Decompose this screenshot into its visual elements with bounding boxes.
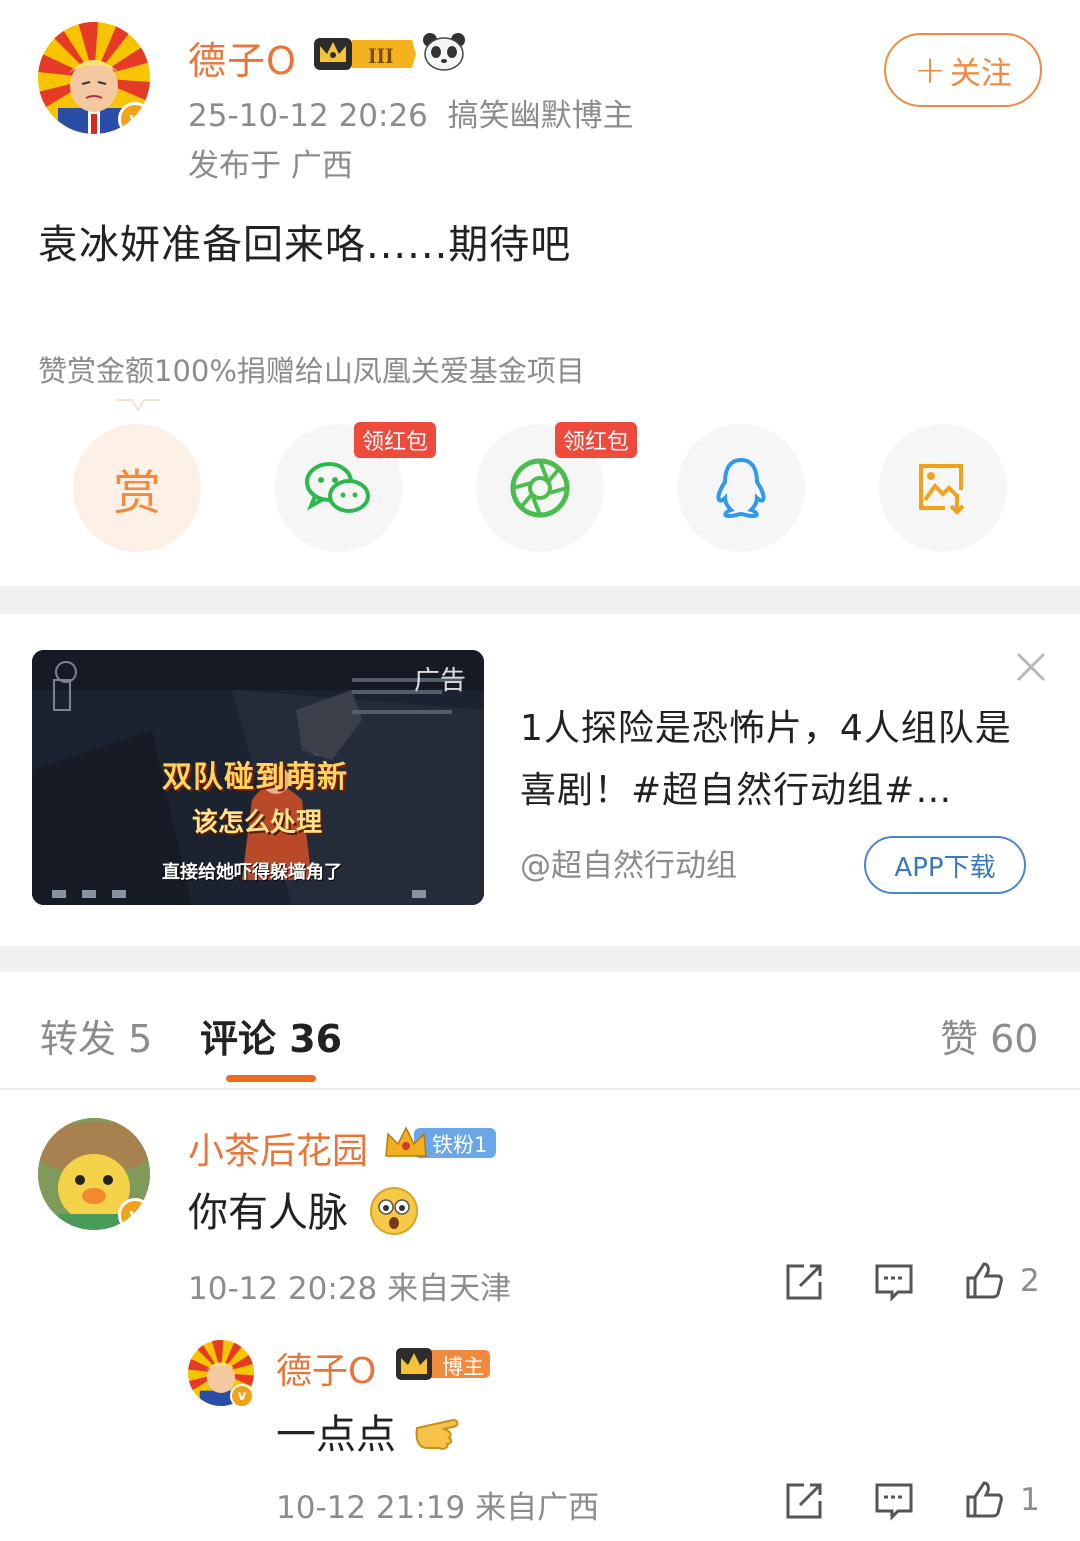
- share-reply-icon[interactable]: [784, 1481, 824, 1521]
- commenter-name[interactable]: 小茶后花园: [188, 1122, 368, 1174]
- verified-v-icon: v: [118, 1198, 150, 1230]
- comment-like-count: 2: [1020, 1263, 1040, 1299]
- ad-label: 广告: [413, 666, 466, 696]
- active-tab-indicator: [226, 1075, 316, 1082]
- reply-to-reply-icon[interactable]: [874, 1481, 914, 1521]
- close-icon[interactable]: [1012, 648, 1050, 686]
- author-avatar[interactable]: v: [38, 22, 150, 134]
- save-image-button[interactable]: [879, 424, 1007, 552]
- qq-icon: [716, 457, 766, 519]
- red-packet-tag: 领红包: [354, 422, 437, 458]
- ad-caption-1: 双队碰到萌新: [162, 760, 348, 795]
- fan-badge: 铁粉1: [384, 1122, 498, 1162]
- reply-like-icon[interactable]: [964, 1479, 1004, 1519]
- tabs-divider: [0, 1088, 1080, 1090]
- commenter-avatar[interactable]: v: [38, 1118, 150, 1230]
- author-name[interactable]: 德子O: [188, 30, 297, 85]
- donation-note: 赞赏金额100%捐赠给山凤凰关爱基金项目: [38, 354, 585, 388]
- svg-text:III: III: [368, 43, 394, 68]
- tab-repost[interactable]: 转发 5: [40, 1008, 152, 1063]
- ad-thumbnail[interactable]: 广告 双队碰到萌新 该怎么处理 直接给她吓得躲墙角了: [32, 650, 484, 905]
- ad-caption-2: 该怎么处理: [192, 808, 323, 838]
- share-qq-button[interactable]: [677, 424, 805, 552]
- reward-icon: 赏: [112, 465, 161, 521]
- save-image-icon: [919, 464, 965, 515]
- like-icon[interactable]: [964, 1260, 1004, 1300]
- comment-text: 你有人脉: [188, 1180, 419, 1238]
- follow-label: 关注: [949, 55, 1012, 92]
- post-timestamp: 25-10-12 20:26: [188, 98, 428, 134]
- reply-icon[interactable]: [874, 1262, 914, 1302]
- tab-likes[interactable]: 赞 60: [940, 1008, 1038, 1063]
- reply-meta: 10-12 21:19 来自广西: [276, 1490, 600, 1526]
- ad-title[interactable]: 1人探险是恐怖片，4人组队是喜剧！#超自然行动组#…: [520, 698, 1020, 822]
- fan-badge-label: 铁粉1: [432, 1133, 488, 1157]
- pinching-hand-emoji-icon: [415, 1418, 459, 1450]
- moments-icon: [510, 458, 570, 518]
- app-download-button[interactable]: APP下载: [864, 836, 1026, 894]
- red-packet-tag-2: 领红包: [555, 422, 638, 458]
- comment-meta: 10-12 20:28 来自天津: [188, 1271, 512, 1307]
- reply-author-name[interactable]: 德子O: [276, 1342, 376, 1394]
- reply-text-body: 一点点: [276, 1412, 396, 1458]
- section-divider: [0, 586, 1080, 614]
- host-badge-label: 博主: [442, 1355, 484, 1379]
- author-category: 搞笑幽默博主: [447, 98, 634, 134]
- share-comment-icon[interactable]: [784, 1262, 824, 1302]
- follow-button[interactable]: + 关注: [884, 33, 1042, 107]
- reply-text: 一点点: [276, 1402, 465, 1460]
- comment-text-body: 你有人脉: [188, 1190, 348, 1236]
- post-content: 袁冰妍准备回来咯......期待吧: [38, 222, 572, 268]
- plus-icon: +: [914, 48, 946, 92]
- reply-like-count: 1: [1020, 1482, 1040, 1518]
- level-crown-badge-icon: III: [314, 38, 416, 70]
- wechat-icon: [305, 462, 370, 513]
- pointer-arrow-icon: [116, 399, 160, 412]
- tab-comments[interactable]: 评论 36: [200, 1008, 342, 1063]
- reward-button[interactable]: 赏: [73, 424, 201, 552]
- post-location: 发布于 广西: [188, 148, 353, 184]
- post-meta: 25-10-12 20:26 搞笑幽默博主: [188, 90, 634, 135]
- ad-source[interactable]: @超自然行动组: [520, 840, 737, 885]
- host-badge: 博主: [394, 1346, 492, 1382]
- surprised-emoji-icon: [369, 1187, 418, 1235]
- verified-v-icon: v: [118, 102, 150, 134]
- panda-icon: [423, 33, 465, 71]
- section-divider-2: [0, 946, 1080, 972]
- ad-caption-3: 直接给她吓得躲墙角了: [162, 862, 342, 883]
- verified-v-icon: v: [230, 1384, 254, 1408]
- share-row: 赏 领红包 领红包: [0, 422, 1080, 554]
